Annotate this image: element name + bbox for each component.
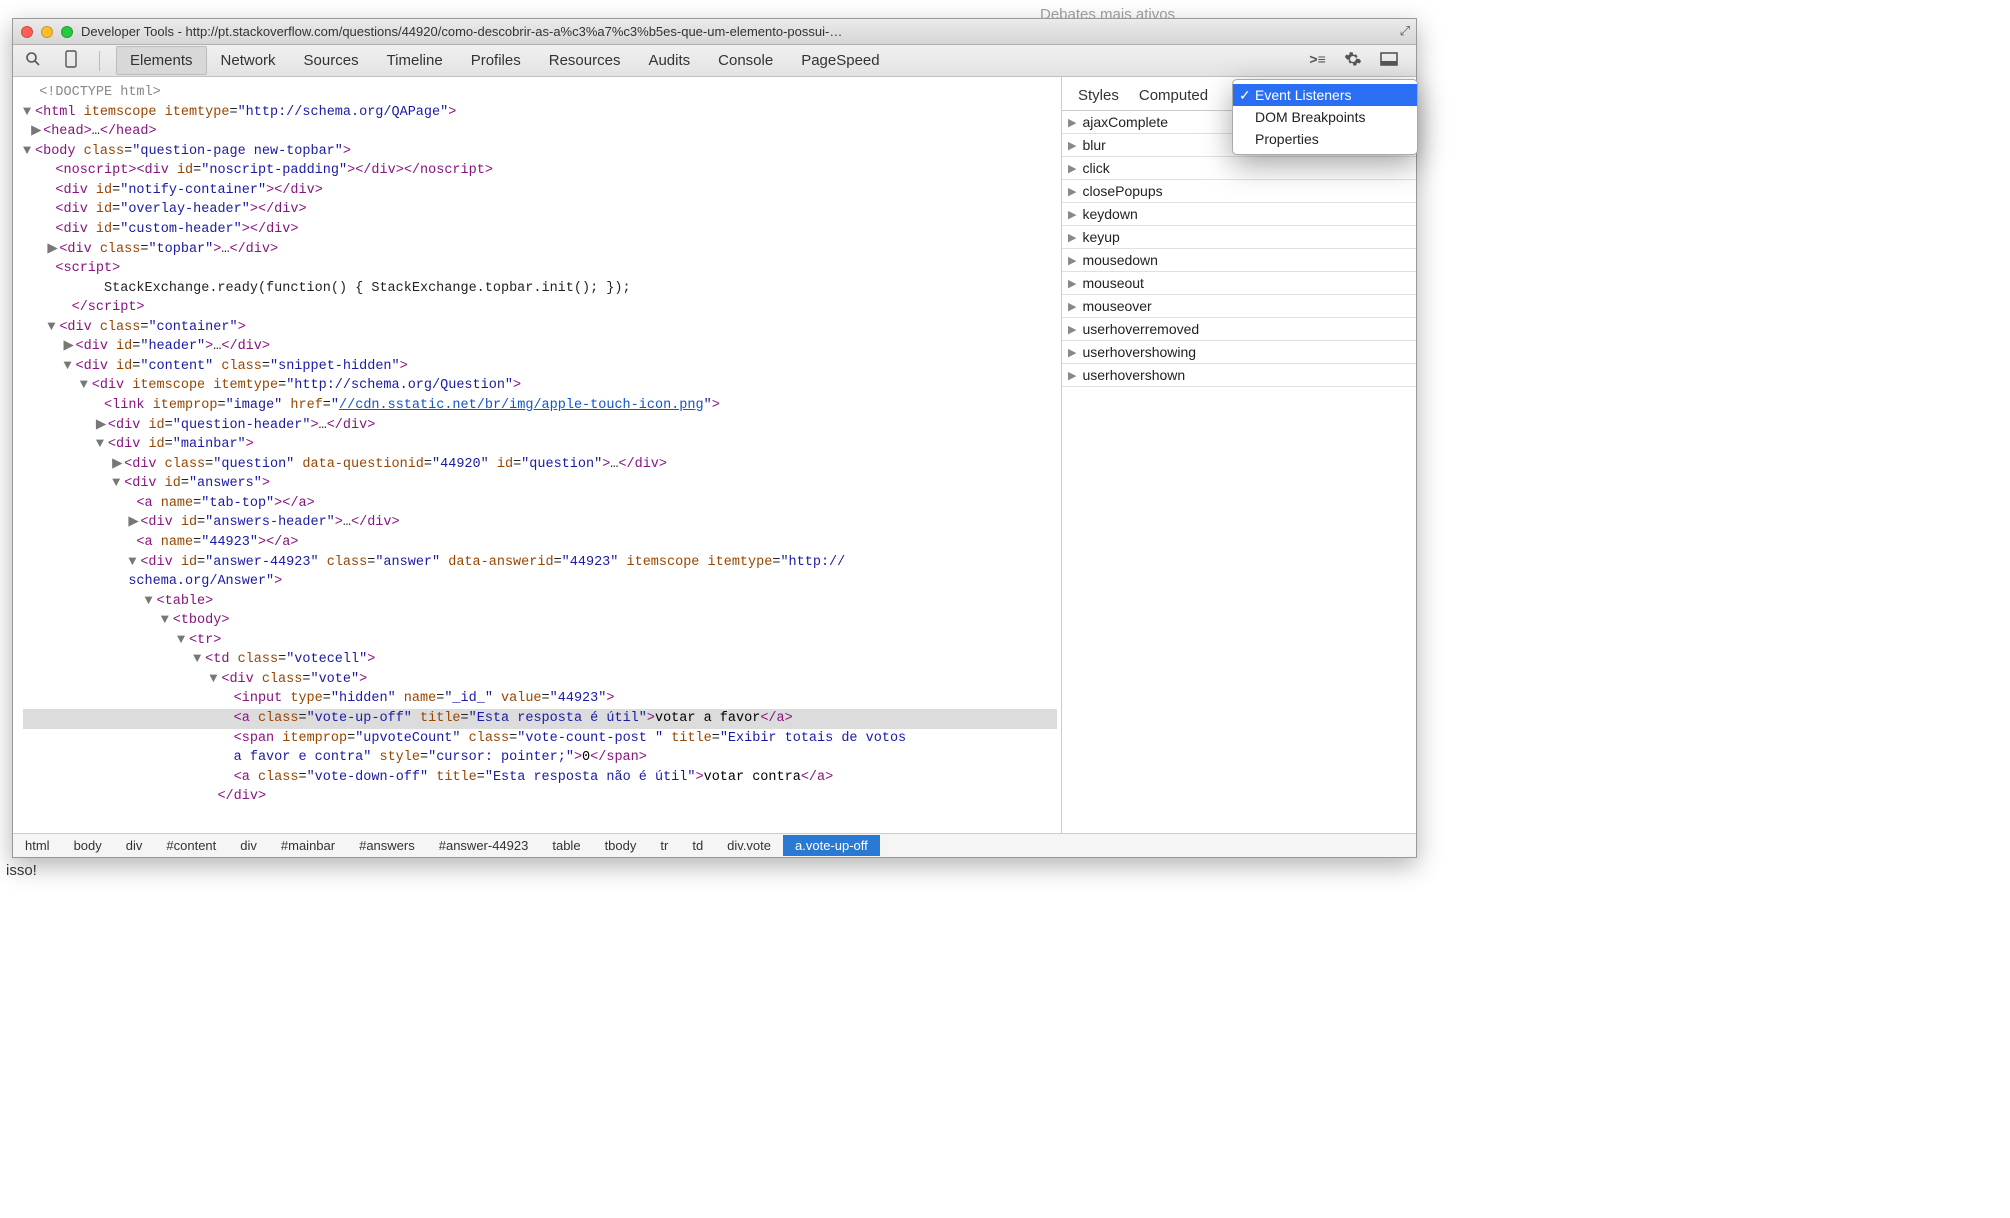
devtools-toolbar: ElementsNetworkSourcesTimelineProfilesRe… <box>13 45 1416 77</box>
background-text: isso! <box>6 862 2004 879</box>
event-keydown[interactable]: ▶keydown <box>1062 203 1416 226</box>
event-mouseover[interactable]: ▶mouseover <box>1062 295 1416 318</box>
disclosure-triangle-icon: ▶ <box>1068 277 1076 290</box>
event-mousedown[interactable]: ▶mousedown <box>1062 249 1416 272</box>
close-icon[interactable] <box>21 26 33 38</box>
tab-network[interactable]: Network <box>207 46 290 75</box>
window-title: Developer Tools - http://pt.stackoverflo… <box>81 24 1408 39</box>
titlebar: Developer Tools - http://pt.stackoverflo… <box>13 19 1416 45</box>
crumb[interactable]: #answers <box>347 835 427 856</box>
event-mouseout[interactable]: ▶mouseout <box>1062 272 1416 295</box>
crumb[interactable]: tr <box>648 835 680 856</box>
crumb[interactable]: table <box>540 835 592 856</box>
crumb[interactable]: td <box>680 835 715 856</box>
tab-computed[interactable]: Computed <box>1129 83 1218 110</box>
disclosure-triangle-icon: ▶ <box>1068 116 1076 129</box>
divider <box>99 51 100 71</box>
crumb[interactable]: #content <box>154 835 228 856</box>
crumb[interactable]: tbody <box>593 835 649 856</box>
maximize-icon[interactable] <box>61 26 73 38</box>
event-userhovershown[interactable]: ▶userhovershown <box>1062 364 1416 387</box>
event-click[interactable]: ▶click <box>1062 157 1416 180</box>
tab-elements[interactable]: Elements <box>116 46 207 75</box>
device-icon[interactable] <box>61 48 83 73</box>
gear-icon[interactable] <box>1340 48 1366 73</box>
tab-sources[interactable]: Sources <box>290 46 373 75</box>
crumb[interactable]: #answer-44923 <box>427 835 541 856</box>
disclosure-triangle-icon: ▶ <box>1068 346 1076 359</box>
tab-profiles[interactable]: Profiles <box>457 46 535 75</box>
crumb[interactable]: a.vote-up-off <box>783 835 880 856</box>
disclosure-triangle-icon: ▶ <box>1068 185 1076 198</box>
search-icon[interactable] <box>21 49 45 72</box>
breadcrumb: htmlbodydiv#contentdiv#mainbar#answers#a… <box>13 833 1416 857</box>
crumb[interactable]: div <box>114 835 155 856</box>
tab-styles[interactable]: Styles <box>1068 83 1129 110</box>
traffic-lights <box>21 26 73 38</box>
expand-icon[interactable]: ⤢ <box>1400 23 1410 39</box>
tab-audits[interactable]: Audits <box>634 46 704 75</box>
devtools-window: Developer Tools - http://pt.stackoverflo… <box>12 18 1417 858</box>
disclosure-triangle-icon: ▶ <box>1068 139 1076 152</box>
tab-pagespeed[interactable]: PageSpeed <box>787 46 893 75</box>
event-keyup[interactable]: ▶keyup <box>1062 226 1416 249</box>
crumb[interactable]: div.vote <box>715 835 783 856</box>
tab-console[interactable]: Console <box>704 46 787 75</box>
disclosure-triangle-icon: ▶ <box>1068 369 1076 382</box>
event-closePopups[interactable]: ▶closePopups <box>1062 180 1416 203</box>
disclosure-triangle-icon: ▶ <box>1068 208 1076 221</box>
dropdown-item[interactable]: Properties <box>1233 128 1417 150</box>
tab-timeline[interactable]: Timeline <box>373 46 457 75</box>
dropdown-item[interactable]: DOM Breakpoints <box>1233 106 1417 128</box>
console-toggle-icon[interactable]: >≡ <box>1305 51 1330 71</box>
side-panel-dropdown[interactable]: Event ListenersDOM BreakpointsProperties <box>1232 79 1418 155</box>
minimize-icon[interactable] <box>41 26 53 38</box>
dropdown-item[interactable]: Event Listeners <box>1233 84 1417 106</box>
side-panel: Styles Computed ▶ajaxComplete▶blur▶click… <box>1061 77 1416 833</box>
disclosure-triangle-icon: ▶ <box>1068 254 1076 267</box>
disclosure-triangle-icon: ▶ <box>1068 162 1076 175</box>
panel-tabs: ElementsNetworkSourcesTimelineProfilesRe… <box>116 46 894 75</box>
crumb[interactable]: div <box>228 835 269 856</box>
event-userhoverremoved[interactable]: ▶userhoverremoved <box>1062 318 1416 341</box>
crumb[interactable]: #mainbar <box>269 835 347 856</box>
disclosure-triangle-icon: ▶ <box>1068 323 1076 336</box>
crumb[interactable]: html <box>13 835 62 856</box>
disclosure-triangle-icon: ▶ <box>1068 231 1076 244</box>
event-userhovershowing[interactable]: ▶userhovershowing <box>1062 341 1416 364</box>
dock-icon[interactable] <box>1376 50 1402 71</box>
crumb[interactable]: body <box>62 835 114 856</box>
disclosure-triangle-icon: ▶ <box>1068 300 1076 313</box>
elements-tree[interactable]: <!DOCTYPE html>▼<html itemscope itemtype… <box>13 77 1061 833</box>
tab-resources[interactable]: Resources <box>535 46 635 75</box>
